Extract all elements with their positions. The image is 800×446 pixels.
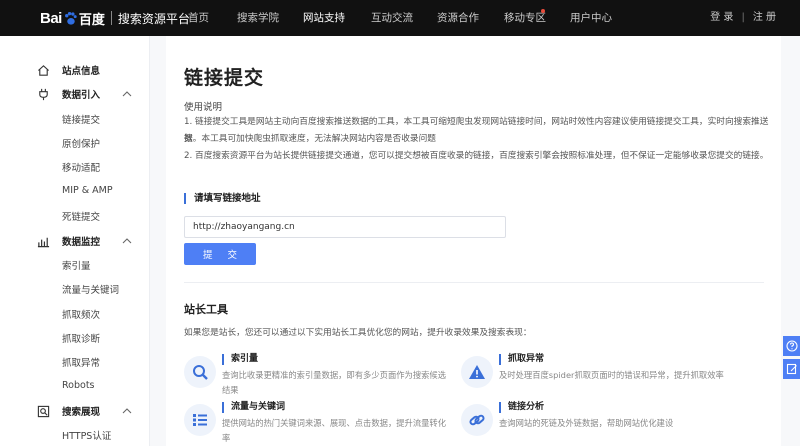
- nav-community[interactable]: 互动交流: [371, 0, 413, 36]
- baidu-paw-icon: [64, 11, 77, 25]
- sidebar-group-label: 数据引入: [62, 90, 101, 101]
- chevron-up-icon: [122, 238, 132, 244]
- tool-description: 查询比收录更精准的索引量数据，即有多少页面作为搜索候选结果: [222, 370, 447, 395]
- tool-description: 提供网站的热门关键词来源、展现、点击数据，提升流量转化率: [222, 418, 447, 443]
- link-icon: [461, 404, 493, 436]
- tool-name: 抓取异常: [499, 354, 544, 365]
- platform-name: 搜索资源平台: [117, 11, 190, 26]
- submit-button[interactable]: 提 交: [184, 243, 256, 265]
- tool-link-analysis[interactable]: 链接分析 查询网站的死链及外链数据，帮助网站优化建设: [461, 402, 731, 446]
- sidebar-item-dead-link[interactable]: 死链提交: [62, 209, 100, 223]
- main-content: 链接提交 使用说明 1. 链接提交工具是网站主动向百度搜索推送数据的工具，本工具…: [166, 36, 781, 446]
- sidebar-item-crawl-frequency[interactable]: 抓取频次: [62, 307, 100, 321]
- feedback-float-button[interactable]: [783, 359, 800, 379]
- sidebar-group-label: 数据监控: [62, 237, 101, 248]
- register-link[interactable]: 注 册: [753, 0, 776, 36]
- section-divider: [184, 282, 764, 283]
- tools-description: 如果您是站长，您还可以通过以下实用站长工具优化您的网站，提升收录效果及搜索表现：: [184, 328, 532, 338]
- sidebar-item-robots[interactable]: Robots: [62, 380, 95, 391]
- usage-line-2: 2. 百度搜索资源平台为站长提供链接提交通道，您可以提交想被百度收录的链接，百度…: [184, 151, 769, 161]
- sidebar-item-https[interactable]: HTTPS认证: [62, 428, 111, 442]
- sidebar-item-mip-amp[interactable]: MIP & AMP: [62, 185, 113, 196]
- plug-icon: [39, 88, 48, 100]
- nav-home[interactable]: 首页: [188, 0, 209, 36]
- tool-description: 查询网站的死链及外链数据，帮助网站优化建设: [499, 418, 674, 428]
- tool-description: 及时处理百度spider抓取页面时的错误和异常，提升抓取效率: [499, 370, 724, 380]
- top-nav-bar: Bai 百度 搜索资源平台 首页 搜索学院 网站支持 互动交流 资源合作 移动专…: [0, 0, 800, 36]
- tool-name: 链接分析: [499, 402, 544, 413]
- sidebar-item-site-info[interactable]: 站点信息: [0, 58, 150, 82]
- sidebar-group-search-display[interactable]: 搜索展现: [0, 399, 150, 423]
- nav-cooperation[interactable]: 资源合作: [437, 0, 479, 36]
- nav-user-center[interactable]: 用户中心: [570, 0, 612, 36]
- search-display-icon: [37, 405, 50, 417]
- sidebar-group-data-import[interactable]: 数据引入: [0, 82, 150, 106]
- edit-icon: [786, 363, 797, 375]
- nav-new-dot: [541, 9, 545, 13]
- nav-academy[interactable]: 搜索学院: [237, 0, 279, 36]
- baidu-logo[interactable]: Bai 百度 搜索资源平台: [40, 8, 190, 28]
- usage-line-1b: 据。本工具可加快爬虫抓取速度，无法解决网站内容是否收录问题: [184, 134, 436, 144]
- search-icon: [184, 356, 216, 388]
- nav-mobile[interactable]: 移动专区: [504, 0, 546, 36]
- usage-heading: 使用说明: [184, 102, 223, 113]
- sidebar: 站点信息 数据引入 链接提交 原创保护 移动适配 MIP & AMP 死链提交 …: [0, 36, 150, 446]
- tool-name: 索引量: [222, 354, 258, 365]
- logo-text-bai: Bai: [40, 9, 62, 27]
- sidebar-item-original-protection[interactable]: 原创保护: [62, 136, 100, 150]
- tool-name: 流量与关键词: [222, 402, 285, 413]
- question-icon: [785, 340, 798, 352]
- auth-separator: |: [741, 12, 745, 23]
- login-link[interactable]: 登 录: [710, 0, 733, 36]
- sidebar-group-data-monitor[interactable]: 数据监控: [0, 229, 150, 253]
- tools-heading: 站长工具: [184, 303, 228, 316]
- sidebar-item-crawl-errors[interactable]: 抓取异常: [62, 355, 100, 369]
- url-input[interactable]: [184, 216, 506, 238]
- sidebar-group-label: 站点信息: [62, 66, 101, 77]
- chevron-up-icon: [122, 91, 132, 97]
- help-float-button[interactable]: [783, 336, 800, 356]
- list-icon: [184, 404, 216, 436]
- sidebar-item-mobile-adapt[interactable]: 移动适配: [62, 160, 100, 174]
- logo-divider: [110, 11, 112, 25]
- url-form-heading: 请填写链接地址: [184, 193, 261, 204]
- chevron-up-icon: [122, 408, 132, 414]
- sidebar-item-link-submit[interactable]: 链接提交: [62, 112, 100, 126]
- bar-chart-icon: [37, 237, 50, 247]
- sidebar-group-label: 搜索展现: [62, 407, 101, 418]
- sidebar-item-index-volume[interactable]: 索引量: [62, 258, 91, 272]
- auth-links: 登 录 | 注 册: [710, 0, 776, 36]
- tool-crawl-errors[interactable]: 抓取异常 及时处理百度spider抓取页面时的错误和异常，提升抓取效率: [461, 354, 731, 398]
- logo-text-du: 百度: [78, 12, 105, 28]
- home-icon: [38, 64, 49, 76]
- warning-icon: [461, 356, 493, 388]
- sidebar-item-traffic-keywords[interactable]: 流量与关键词: [62, 282, 119, 296]
- tool-index-volume[interactable]: 索引量 查询比收录更精准的索引量数据，即有多少页面作为搜索候选结果: [184, 354, 454, 398]
- nav-site-support[interactable]: 网站支持: [303, 0, 345, 36]
- tool-traffic-keywords[interactable]: 流量与关键词 提供网站的热门关键词来源、展现、点击数据，提升流量转化率: [184, 402, 454, 446]
- page-title: 链接提交: [184, 67, 265, 89]
- sidebar-item-crawl-diagnosis[interactable]: 抓取诊断: [62, 331, 100, 345]
